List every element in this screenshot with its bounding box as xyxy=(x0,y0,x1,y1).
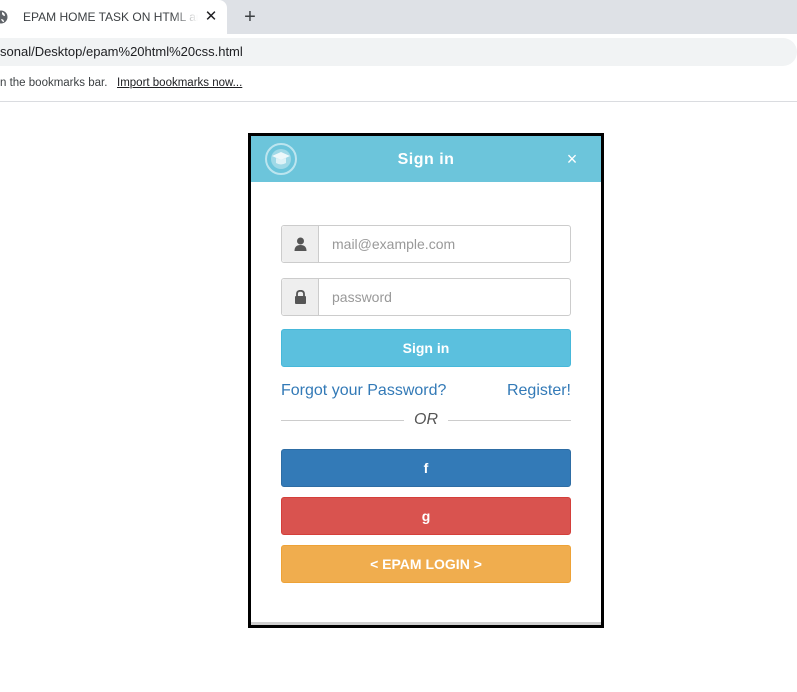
lock-icon xyxy=(282,279,319,315)
email-input[interactable] xyxy=(320,226,570,262)
signin-button[interactable]: Sign in xyxy=(281,329,571,367)
signin-modal: Sign in × Sign in Forgot your Password? … xyxy=(248,133,604,628)
import-bookmarks-link[interactable]: Import bookmarks now... xyxy=(117,77,242,89)
google-login-button[interactable]: g xyxy=(281,497,571,535)
register-link[interactable]: Register! xyxy=(507,382,571,400)
forgot-password-link[interactable]: Forgot your Password? xyxy=(281,382,446,400)
tab-title: EPAM HOME TASK ON HTML and CSS xyxy=(23,10,198,24)
modal-bottom-edge xyxy=(251,622,601,625)
modal-header: Sign in × xyxy=(251,136,601,182)
modal-close-button[interactable]: × xyxy=(562,149,582,169)
bookmarks-bar-hint: n the bookmarks bar. xyxy=(0,77,108,89)
email-field xyxy=(281,225,571,263)
new-tab-button[interactable]: + xyxy=(239,6,261,28)
tab-close-button[interactable]: ✕ xyxy=(201,7,221,27)
globe-icon xyxy=(0,10,8,24)
active-tab[interactable]: EPAM HOME TASK ON HTML and CSS ✕ xyxy=(0,0,227,34)
epam-login-button[interactable]: < EPAM LOGIN > xyxy=(281,545,571,583)
password-input[interactable] xyxy=(320,279,570,315)
user-icon xyxy=(282,226,319,262)
address-bar-url[interactable]: sonal/Desktop/epam%20html%20css.html xyxy=(0,44,243,59)
modal-title: Sign in xyxy=(397,151,455,168)
tab-bar: EPAM HOME TASK ON HTML and CSS ✕ + xyxy=(0,0,797,34)
or-label: OR xyxy=(404,409,448,431)
facebook-login-button[interactable]: f xyxy=(281,449,571,487)
password-field xyxy=(281,278,571,316)
